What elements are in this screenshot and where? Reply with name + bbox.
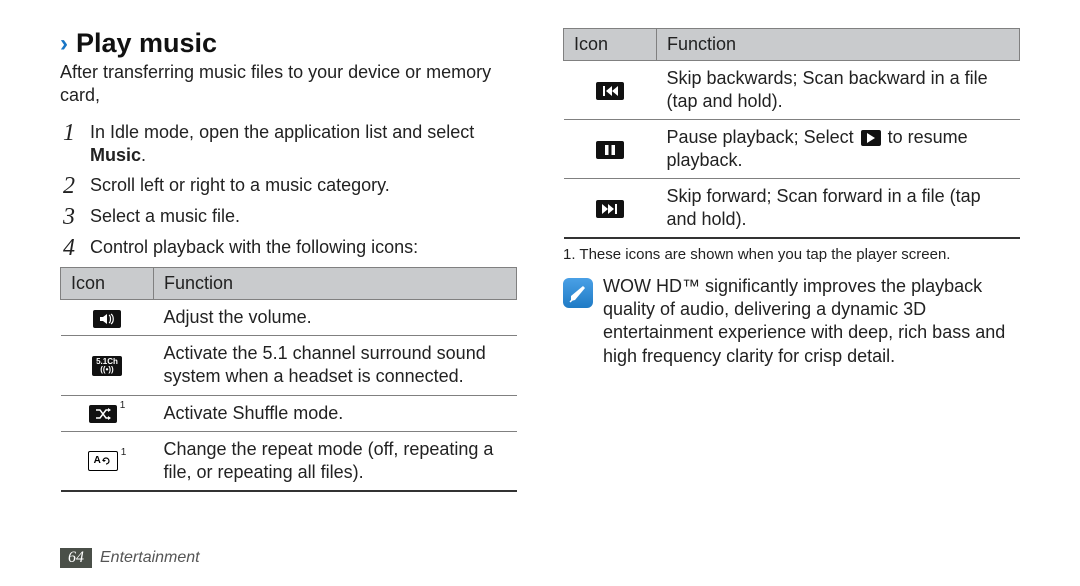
play-icon bbox=[861, 130, 881, 146]
pause-icon bbox=[596, 141, 624, 159]
step-text: Select a music file. bbox=[90, 205, 517, 230]
table-row: Pause playback; Select to resume playbac… bbox=[564, 120, 1020, 179]
function-cell: Activate the 5.1 channel surround sound … bbox=[154, 336, 517, 395]
intro-text: After transferring music files to your d… bbox=[60, 61, 517, 107]
skip-backward-icon bbox=[596, 82, 624, 100]
heading-row: › Play music bbox=[60, 28, 517, 59]
skip-forward-icon bbox=[596, 200, 624, 218]
col-header-icon: Icon bbox=[564, 29, 657, 61]
step-item: 1 In Idle mode, open the application lis… bbox=[60, 121, 517, 168]
footnote-ref: 1 bbox=[121, 447, 127, 458]
step-item: 4 Control playback with the following ic… bbox=[60, 236, 517, 261]
note-text: WOW HD™ significantly improves the playb… bbox=[603, 275, 1020, 369]
repeat-icon: A bbox=[88, 451, 118, 471]
left-column: › Play music After transferring music fi… bbox=[60, 28, 517, 492]
function-cell: Activate Shuffle mode. bbox=[154, 395, 517, 431]
table-row: A1 Change the repeat mode (off, repeatin… bbox=[61, 431, 517, 491]
manual-page: › Play music After transferring music fi… bbox=[0, 0, 1080, 532]
table-row: 1 Activate Shuffle mode. bbox=[61, 395, 517, 431]
function-cell: Skip forward; Scan forward in a file (ta… bbox=[657, 179, 1020, 239]
step-item: 3 Select a music file. bbox=[60, 205, 517, 230]
function-cell: Change the repeat mode (off, repeating a… bbox=[154, 431, 517, 491]
right-column: Icon Function Skip backwards; Scan backw… bbox=[563, 28, 1020, 492]
note-callout: WOW HD™ significantly improves the playb… bbox=[563, 275, 1020, 369]
chevron-right-icon: › bbox=[60, 32, 68, 56]
function-cell: Adjust the volume. bbox=[154, 300, 517, 336]
col-header-function: Function bbox=[657, 29, 1020, 61]
icon-function-table-1: Icon Function Adjust the volume. 5.1Ch((… bbox=[60, 267, 517, 491]
steps-list: 1 In Idle mode, open the application lis… bbox=[60, 121, 517, 261]
footnote-ref: 1 bbox=[120, 400, 126, 411]
function-cell: Skip backwards; Scan backward in a file … bbox=[657, 61, 1020, 120]
step-text: In Idle mode, open the application list … bbox=[90, 121, 517, 168]
footnote-text: 1. These icons are shown when you tap th… bbox=[563, 245, 1020, 265]
table-header-row: Icon Function bbox=[61, 268, 517, 300]
col-header-function: Function bbox=[154, 268, 517, 300]
col-header-icon: Icon bbox=[61, 268, 154, 300]
icon-function-table-2: Icon Function Skip backwards; Scan backw… bbox=[563, 28, 1020, 239]
step-number: 2 bbox=[60, 174, 78, 199]
step-number: 4 bbox=[60, 236, 78, 261]
table-row: Skip backwards; Scan backward in a file … bbox=[564, 61, 1020, 120]
function-cell: Pause playback; Select to resume playbac… bbox=[657, 120, 1020, 179]
step-number: 3 bbox=[60, 205, 78, 230]
shuffle-icon bbox=[89, 405, 117, 423]
table-row: Skip forward; Scan forward in a file (ta… bbox=[564, 179, 1020, 239]
note-icon bbox=[563, 278, 593, 308]
step-number: 1 bbox=[60, 121, 78, 168]
section-title: Play music bbox=[76, 28, 217, 59]
surround-5-1-icon: 5.1Ch((•)) bbox=[92, 356, 122, 376]
step-text: Scroll left or right to a music category… bbox=[90, 174, 517, 199]
step-text: Control playback with the following icon… bbox=[90, 236, 517, 261]
page-number: 64 bbox=[60, 548, 92, 568]
step-item: 2 Scroll left or right to a music catego… bbox=[60, 174, 517, 199]
table-row: 5.1Ch((•)) Activate the 5.1 channel surr… bbox=[61, 336, 517, 395]
table-header-row: Icon Function bbox=[564, 29, 1020, 61]
footer-section-label: Entertainment bbox=[100, 549, 200, 567]
volume-icon bbox=[93, 310, 121, 328]
table-row: Adjust the volume. bbox=[61, 300, 517, 336]
page-footer: 64 Entertainment bbox=[60, 548, 200, 568]
